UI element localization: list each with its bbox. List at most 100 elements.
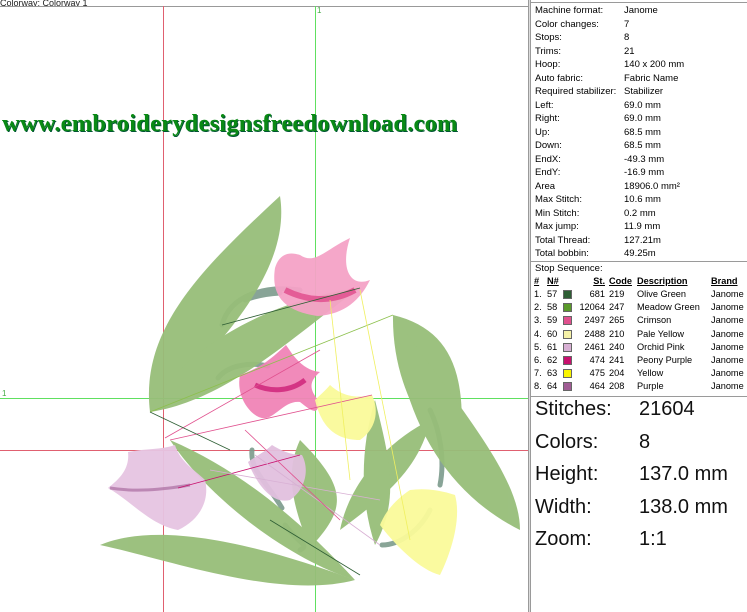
color-swatch: [563, 290, 572, 299]
row-index: 3.: [534, 315, 542, 326]
row-code: 219: [609, 289, 625, 299]
row-brand: Janome: [711, 341, 744, 352]
row-code: 240: [609, 341, 625, 352]
stop-sequence-row[interactable]: 3. 59 2497 265 Crimson Janome: [531, 314, 747, 327]
row-description: Pale Yellow: [637, 328, 684, 339]
summary-value: 8: [639, 430, 651, 453]
info-label: Down:: [535, 140, 562, 151]
stop-sequence-row[interactable]: 2. 58 12064 247 Meadow Green Janome: [531, 301, 747, 314]
row-stitches: 464: [589, 381, 605, 392]
info-value: Janome: [624, 5, 658, 16]
embroidery-preview: 1 1: [0, 6, 528, 612]
info-label: Machine format:: [535, 5, 604, 16]
row-code: 265: [609, 315, 625, 326]
row-code: 210: [609, 328, 625, 339]
row-index: 2.: [534, 302, 542, 313]
row-brand: Janome: [711, 355, 744, 365]
info-value: 0.2 mm: [624, 207, 656, 219]
row-stitches: 475: [589, 368, 605, 379]
row-description: Purple: [637, 381, 664, 392]
row-index: 6.: [534, 355, 542, 365]
stop-sequence-row[interactable]: 5. 61 2461 240 Orchid Pink Janome: [531, 341, 747, 354]
axis-label-left: 1: [2, 389, 7, 398]
divider: [531, 261, 747, 262]
info-value: 7: [624, 18, 630, 30]
row-needle: 64: [547, 381, 558, 392]
info-value: 140 x 200 mm: [624, 59, 685, 70]
summary-label: Colors:: [535, 430, 599, 453]
row-brand: Janome: [711, 302, 744, 313]
info-label: Auto fabric:: [535, 72, 584, 84]
row-code: 204: [609, 368, 625, 379]
axis-label-top: 1: [317, 6, 322, 15]
row-needle: 60: [547, 328, 558, 339]
stop-sequence-row[interactable]: 4. 60 2488 210 Pale Yellow Janome: [531, 328, 747, 341]
info-value: Fabric Name: [624, 72, 679, 84]
row-brand: Janome: [711, 315, 744, 326]
info-label: Max Stitch:: [535, 194, 582, 205]
color-swatch: [563, 382, 572, 392]
info-label: Color changes:: [535, 18, 599, 30]
info-value: 68.5 mm: [624, 140, 661, 151]
summary-top-border: [531, 396, 747, 397]
info-value: 68.5 mm: [624, 126, 661, 138]
row-stitches: 2461: [584, 341, 605, 352]
row-index: 1.: [534, 289, 542, 299]
row-code: 241: [609, 355, 625, 365]
stop-sequence-row[interactable]: 6. 62 474 241 Peony Purple Janome: [531, 354, 747, 367]
tulip-yellow-lower: [380, 489, 458, 575]
info-label: Up:: [535, 126, 550, 138]
info-label: Min Stitch:: [535, 207, 580, 219]
info-label: Total Thread:: [535, 234, 591, 246]
header-needle: N#: [547, 276, 559, 286]
summary-label: Width:: [535, 495, 592, 518]
tulip-crimson-top: [274, 238, 370, 316]
design-canvas[interactable]: Colorway: Colorway 1 1 1 www.embroideryd…: [0, 0, 528, 612]
info-value: 21: [624, 45, 635, 57]
info-label: EndX:: [535, 153, 561, 165]
tulip-yellow-upper: [315, 385, 376, 440]
row-brand: Janome: [711, 328, 744, 339]
info-label: Area: [535, 180, 556, 192]
info-value: -49.3 mm: [624, 153, 665, 165]
row-stitches: 2488: [584, 328, 605, 339]
color-swatch: [563, 316, 572, 326]
color-swatch: [563, 369, 572, 379]
info-value: -16.9 mm: [624, 167, 665, 178]
watermark-url: www.embroiderydesignsfreedownload.com: [2, 110, 458, 137]
row-description: Meadow Green: [637, 302, 700, 313]
stop-sequence-row[interactable]: 8. 64 464 208 Purple Janome: [531, 380, 747, 393]
info-value: 69.0 mm: [624, 99, 661, 111]
row-brand: Janome: [711, 368, 744, 379]
stop-sequence-title: Stop Sequence:: [535, 263, 603, 274]
row-stitches: 12064: [579, 302, 605, 313]
row-needle: 63: [547, 368, 558, 379]
row-needle: 57: [547, 289, 558, 299]
info-value: 11.9 mm: [624, 221, 661, 232]
color-swatch: [563, 342, 572, 352]
info-label: Max jump:: [535, 221, 579, 232]
stop-sequence-row[interactable]: 1. 57 681 219 Olive Green Janome: [531, 288, 747, 301]
stop-sequence-row[interactable]: 7. 63 475 204 Yellow Janome: [531, 367, 747, 380]
header-description: Description: [637, 276, 688, 286]
row-description: Olive Green: [637, 289, 687, 299]
info-label: Right:: [535, 113, 560, 124]
info-value: 18906.0 mm²: [624, 180, 680, 192]
panel-top-border: [531, 2, 747, 3]
info-label: EndY:: [535, 167, 561, 178]
info-label: Total bobbin:: [535, 248, 589, 259]
row-stitches: 2497: [584, 315, 605, 326]
info-label: Hoop:: [535, 59, 561, 70]
info-label: Left:: [535, 99, 554, 111]
summary-value: 137.0 mm: [639, 463, 728, 485]
header-stitches: St.: [593, 276, 605, 286]
summary-label: Height:: [535, 463, 599, 485]
header-brand: Brand: [711, 276, 738, 286]
row-needle: 59: [547, 315, 558, 326]
row-index: 7.: [534, 368, 542, 379]
row-stitches: 681: [589, 289, 605, 299]
header-index: #: [534, 276, 540, 286]
header-code: Code: [609, 276, 632, 286]
row-description: Yellow: [637, 368, 664, 379]
summary-value: 1:1: [639, 528, 667, 550]
